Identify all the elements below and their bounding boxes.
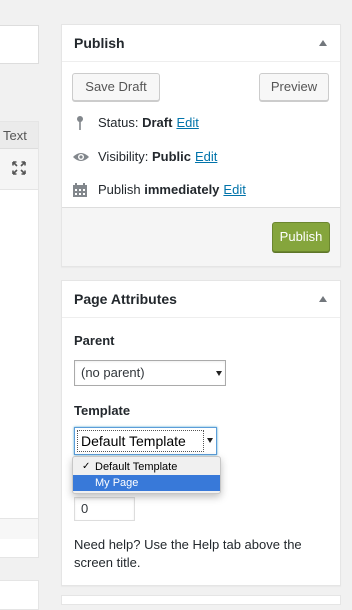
publish-button[interactable]: Publish [272,222,330,252]
template-label: Template [74,403,131,418]
template-select[interactable]: Default Template [74,427,217,455]
publish-box: Publish Save Draft Preview Status: Draft… [61,24,341,267]
edit-status-link[interactable]: Edit [176,115,198,130]
editor-status-bar [0,518,38,539]
lower-postbox [0,580,39,610]
publish-box-title: Publish [74,35,125,51]
edit-visibility-link[interactable]: Edit [195,149,217,164]
schedule-value: immediately [144,182,220,197]
collapse-toggle-icon[interactable] [319,40,327,46]
content-editor[interactable]: Text [0,121,39,558]
parent-select-value: (no parent) [81,365,145,380]
page-attributes-title: Page Attributes [74,291,177,307]
visibility-label: Visibility: [98,149,149,164]
publish-box-header[interactable]: Publish [62,25,340,62]
order-input[interactable]: 0 [74,497,135,521]
template-dropdown-menu: ✓ Default Template My Page [72,456,221,494]
preview-button[interactable]: Preview [259,73,329,101]
editor-toolbar: Text [0,122,38,190]
status-label: Status: [98,115,139,130]
post-title-field[interactable] [0,25,39,64]
status-value: Draft [142,115,173,130]
checkmark-icon: ✓ [82,461,91,472]
help-text: Need help? Use the Help tab above the sc… [74,537,302,570]
publishing-actions: Publish [62,207,340,266]
calendar-icon [72,182,88,198]
eye-icon [72,149,89,165]
save-draft-button[interactable]: Save Draft [72,73,160,101]
visibility-value: Public [151,149,191,164]
template-option-default[interactable]: ✓ Default Template [73,459,220,475]
fullscreen-expand-icon[interactable] [11,160,27,176]
chevron-down-icon [214,362,224,384]
schedule-label: Publish [98,182,141,197]
chevron-down-icon [205,429,215,451]
edit-schedule-link[interactable]: Edit [223,182,245,197]
pin-icon [72,115,88,131]
parent-label: Parent [74,333,115,348]
page-attributes-header[interactable]: Page Attributes [62,281,340,318]
template-option-my-page[interactable]: My Page [73,475,220,491]
text-tab[interactable]: Text [0,122,38,149]
template-select-value: Default Template [81,433,186,449]
parent-select[interactable]: (no parent) [74,360,226,386]
page-attributes-box: Page Attributes Parent (no parent) Templ… [61,280,341,586]
collapse-toggle-icon[interactable] [319,296,327,302]
